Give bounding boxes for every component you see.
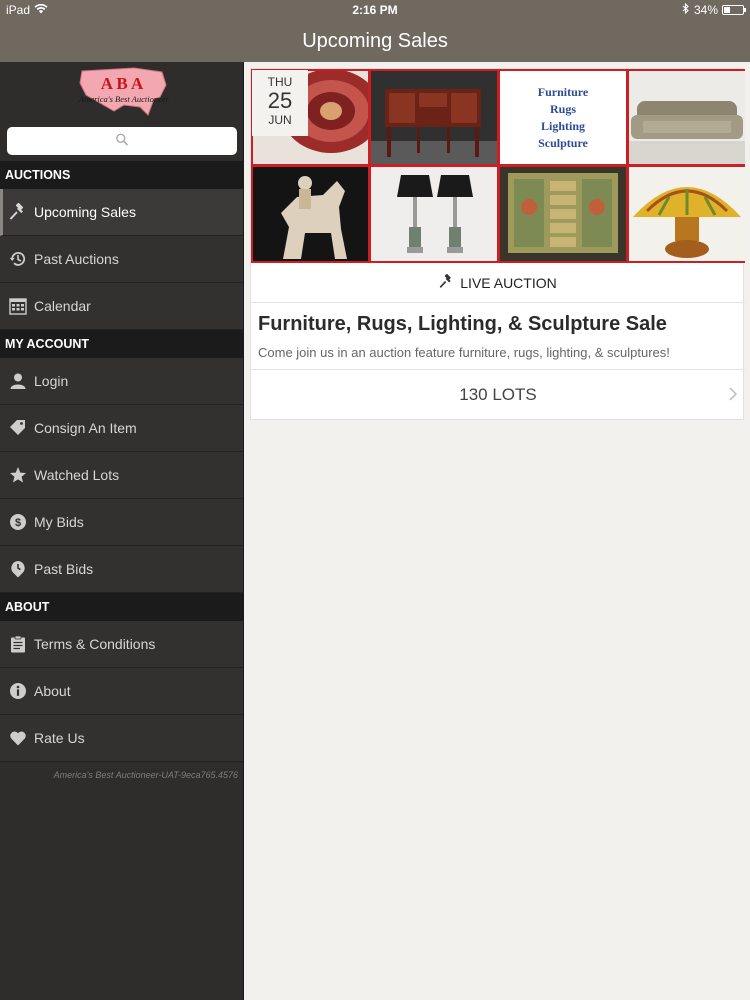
sidebar-item-past-bids[interactable]: Past Bids — [0, 546, 243, 593]
sidebar: A B A America's Best Auctioneer AUCTIONS… — [0, 62, 244, 1000]
sidebar-item-watched-lots[interactable]: Watched Lots — [0, 452, 243, 499]
logo-subtitle: America's Best Auctioneer — [78, 94, 170, 104]
user-icon — [8, 371, 28, 391]
auction-image-collage[interactable]: Furniture Rugs Lighting Sculpture THU 25… — [251, 69, 745, 263]
sidebar-item-label: Consign An Item — [34, 420, 137, 436]
sidebar-item-label: Rate Us — [34, 730, 85, 746]
sidebar-item-calendar[interactable]: Calendar — [0, 283, 243, 330]
sidebar-item-consign[interactable]: Consign An Item — [0, 405, 243, 452]
sidebar-item-label: Terms & Conditions — [34, 636, 156, 652]
logo-letters: A B A — [100, 74, 143, 93]
section-header-auctions: AUCTIONS — [0, 161, 243, 189]
sidebar-item-my-bids[interactable]: $ My Bids — [0, 499, 243, 546]
sidebar-item-label: Login — [34, 373, 69, 389]
gavel-icon — [8, 202, 28, 222]
lots-button[interactable]: 130 LOTS — [251, 369, 745, 420]
date-badge: THU 25 JUN — [252, 70, 308, 136]
sculpture-image — [253, 167, 368, 261]
info-icon — [8, 681, 28, 701]
search-field[interactable] — [7, 127, 237, 155]
section-header-my-account: MY ACCOUNT — [0, 330, 243, 358]
svg-text:$: $ — [15, 517, 21, 529]
sidebar-item-label: Upcoming Sales — [34, 204, 136, 220]
heart-icon — [8, 728, 28, 748]
page-title: Upcoming Sales — [302, 30, 448, 52]
status-bar: iPad 2:16 PM 34% — [0, 0, 750, 20]
logo[interactable]: A B A America's Best Auctioneer — [0, 62, 243, 124]
chevron-right-icon — [729, 386, 738, 406]
collage-word: Lighting — [540, 118, 585, 133]
sidebar-item-label: My Bids — [34, 514, 84, 530]
battery-fill — [724, 7, 731, 13]
auction-type: LIVE AUCTION — [251, 263, 745, 303]
sidebar-item-label: Past Bids — [34, 561, 94, 577]
auction-description: Come join us in an auction feature furni… — [258, 345, 670, 360]
battery-percent: 34% — [693, 3, 718, 17]
sideboard-image — [371, 71, 497, 164]
dollar-icon: $ — [8, 512, 28, 532]
auction-title[interactable]: Furniture, Rugs, Lighting, & Sculpture S… — [258, 313, 667, 336]
section-header-about: ABOUT — [0, 593, 243, 621]
date-dow: THU — [267, 75, 293, 89]
date-month: JUN — [268, 113, 292, 127]
clock-pin-icon — [8, 559, 28, 579]
lots-count: 130 LOTS — [459, 385, 537, 404]
auction-card[interactable]: Furniture Rugs Lighting Sculpture THU 25… — [250, 68, 745, 420]
clipboard-icon — [8, 634, 28, 654]
star-icon — [8, 465, 28, 485]
sidebar-item-label: Past Auctions — [34, 251, 119, 267]
nav-bar: Upcoming Sales — [0, 20, 750, 62]
gavel-icon — [439, 273, 454, 292]
status-time: 2:16 PM — [352, 3, 398, 17]
sidebar-item-label: Calendar — [34, 298, 91, 314]
sidebar-item-label: Watched Lots — [34, 467, 120, 483]
tag-icon — [8, 418, 28, 438]
lamps-image — [371, 167, 497, 261]
cabinet-image — [500, 167, 626, 261]
sidebar-item-label: About — [34, 683, 71, 699]
search-icon — [116, 133, 129, 149]
date-day: 25 — [267, 88, 293, 113]
tiffany-lamp-image — [629, 167, 745, 261]
sidebar-item-past-auctions[interactable]: Past Auctions — [0, 236, 243, 283]
history-icon — [8, 249, 28, 269]
sofa-image — [629, 71, 745, 164]
bluetooth-icon — [682, 2, 690, 17]
logo-image: A B A America's Best Auctioneer — [78, 67, 170, 116]
collage-word: Sculpture — [538, 135, 588, 150]
version-text: America's Best Auctioneer-UAT-9eca765.45… — [53, 770, 238, 780]
sidebar-item-about[interactable]: About — [0, 668, 243, 715]
sidebar-item-login[interactable]: Login — [0, 358, 243, 405]
sidebar-item-rate-us[interactable]: Rate Us — [0, 715, 243, 762]
battery-icon — [722, 5, 746, 15]
collage-word: Rugs — [549, 101, 576, 116]
collage-title-tile: Furniture Rugs Lighting Sculpture — [500, 71, 626, 164]
collage-word: Furniture — [537, 84, 589, 99]
sidebar-item-upcoming-sales[interactable]: Upcoming Sales — [0, 189, 243, 236]
auction-type-label: LIVE AUCTION — [460, 274, 557, 291]
calendar-icon — [8, 296, 28, 316]
sidebar-item-terms[interactable]: Terms & Conditions — [0, 621, 243, 668]
